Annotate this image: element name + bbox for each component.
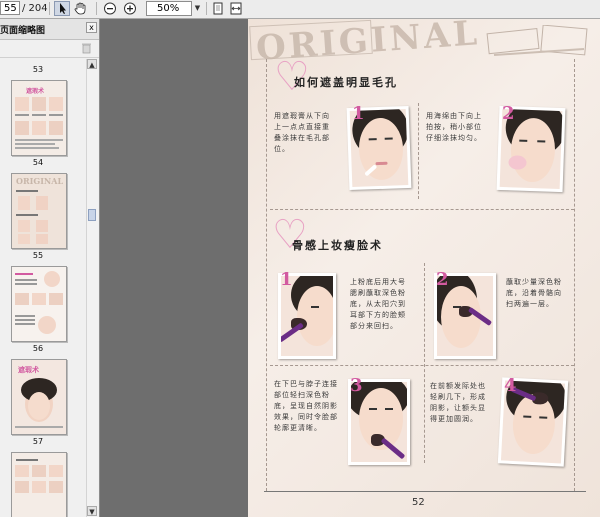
fit-page-icon[interactable] (210, 1, 226, 16)
step-number-badge: 3 (350, 375, 363, 396)
thumbnail-label: 55 (32, 251, 44, 260)
thumbnail-scrollbar[interactable]: ▲ ▼ (86, 59, 98, 517)
thumbnail-page[interactable]: 遮瑕术 (11, 80, 67, 156)
section2-step2-text: 蘸取少量深色粉底，沿着骨骼向扫两遍一层。 (506, 278, 562, 308)
page-number-input[interactable]: 55 (0, 1, 20, 15)
section-divider (270, 209, 574, 210)
toolbar-separator (49, 2, 50, 15)
hand-icon[interactable] (72, 1, 88, 16)
zoom-out-icon[interactable] (102, 1, 118, 16)
section2-title: 骨感上妆瘦脸术 (292, 239, 383, 252)
toolbar: 55 / 204 50% ▼ (0, 0, 600, 19)
scroll-down-icon[interactable]: ▼ (87, 506, 97, 516)
thumbnail-page[interactable] (11, 266, 67, 342)
scrollbar-thumb[interactable] (88, 209, 96, 221)
section2-step4-text: 在前额发际处也轻刷几下，形成阴影，让额头显得更加圆润。 (430, 382, 486, 423)
thumbnail-label: 57 (32, 437, 44, 446)
section1-step1-text: 用遮瑕膏从下向上一点点直接重叠涂抹在毛孔部位。 (274, 112, 330, 153)
step-number-badge: 2 (436, 269, 449, 290)
section2-step1-text: 上粉底后用大号腮刷蘸取深色粉底，从太阳穴到耳部下方的脸颊部分来回扫。 (350, 278, 406, 330)
trash-icon[interactable] (81, 42, 92, 54)
page-total-label: / 204 (22, 3, 48, 14)
panel-toolbar (0, 40, 99, 58)
page-number: 52 (412, 497, 425, 508)
panel-header: 页面缩略图 x (0, 19, 99, 40)
toolbar-separator (96, 2, 97, 15)
thumbnail-label: 56 (32, 344, 44, 353)
select-arrow-icon[interactable] (54, 1, 70, 16)
fit-width-icon[interactable] (228, 1, 244, 16)
panel-title: 页面缩略图 (0, 26, 46, 36)
thumbnail-label: 53 (32, 65, 44, 74)
svg-text:遮瑕术: 遮瑕术 (26, 87, 44, 95)
section1-title: 如何遮盖明显毛孔 (294, 76, 398, 89)
zoom-dropdown-arrow-icon[interactable]: ▼ (193, 1, 202, 16)
frame-left (266, 59, 267, 491)
svg-text:ORIGINAL: ORIGINAL (16, 176, 63, 186)
step-number-badge: 4 (504, 375, 517, 396)
thumbnail-list: 53 遮瑕术 54 ORIGINAL 55 56 遮瑕术 57 (0, 59, 86, 517)
step-number-badge: 2 (502, 103, 515, 124)
section1-step2-text: 用海绵由下向上拍按，稍小部位仔细涂抹均匀。 (426, 112, 482, 142)
zoom-in-icon[interactable] (122, 1, 138, 16)
frame-right (574, 59, 575, 491)
section1-divider (418, 103, 419, 199)
header-texture (486, 25, 588, 56)
close-icon[interactable]: x (86, 22, 97, 33)
thumbnail-panel: 页面缩略图 x 53 遮瑕术 54 ORIGINAL 55 56 遮瑕术 57 … (0, 19, 100, 517)
section2-divider-v (424, 263, 425, 463)
step-number-badge: 1 (280, 269, 293, 290)
thumbnail-page[interactable]: 遮瑕术 (11, 359, 67, 435)
zoom-level-input[interactable]: 50% (146, 1, 192, 16)
toolbar-separator (206, 2, 207, 15)
thumbnail-label: 54 (32, 158, 44, 167)
section2-step3-text: 在下巴与脖子连接部位轻扫深色粉底，呈现自然阴影效果，同时令脸部轮廓更清晰。 (274, 380, 338, 432)
thumbnail-page[interactable] (11, 452, 67, 517)
thumbnail-page[interactable]: ORIGINAL (11, 173, 67, 249)
page-bottom-rule (264, 491, 586, 492)
section2-divider-h (270, 365, 574, 366)
scroll-up-icon[interactable]: ▲ (87, 59, 97, 69)
step-number-badge: 1 (352, 103, 365, 124)
document-page: ORIGINAL ♡ 如何遮盖明显毛孔 用遮瑕膏从下向上一点点直接重叠涂抹在毛孔… (248, 19, 600, 517)
svg-text:遮瑕术: 遮瑕术 (18, 365, 39, 374)
